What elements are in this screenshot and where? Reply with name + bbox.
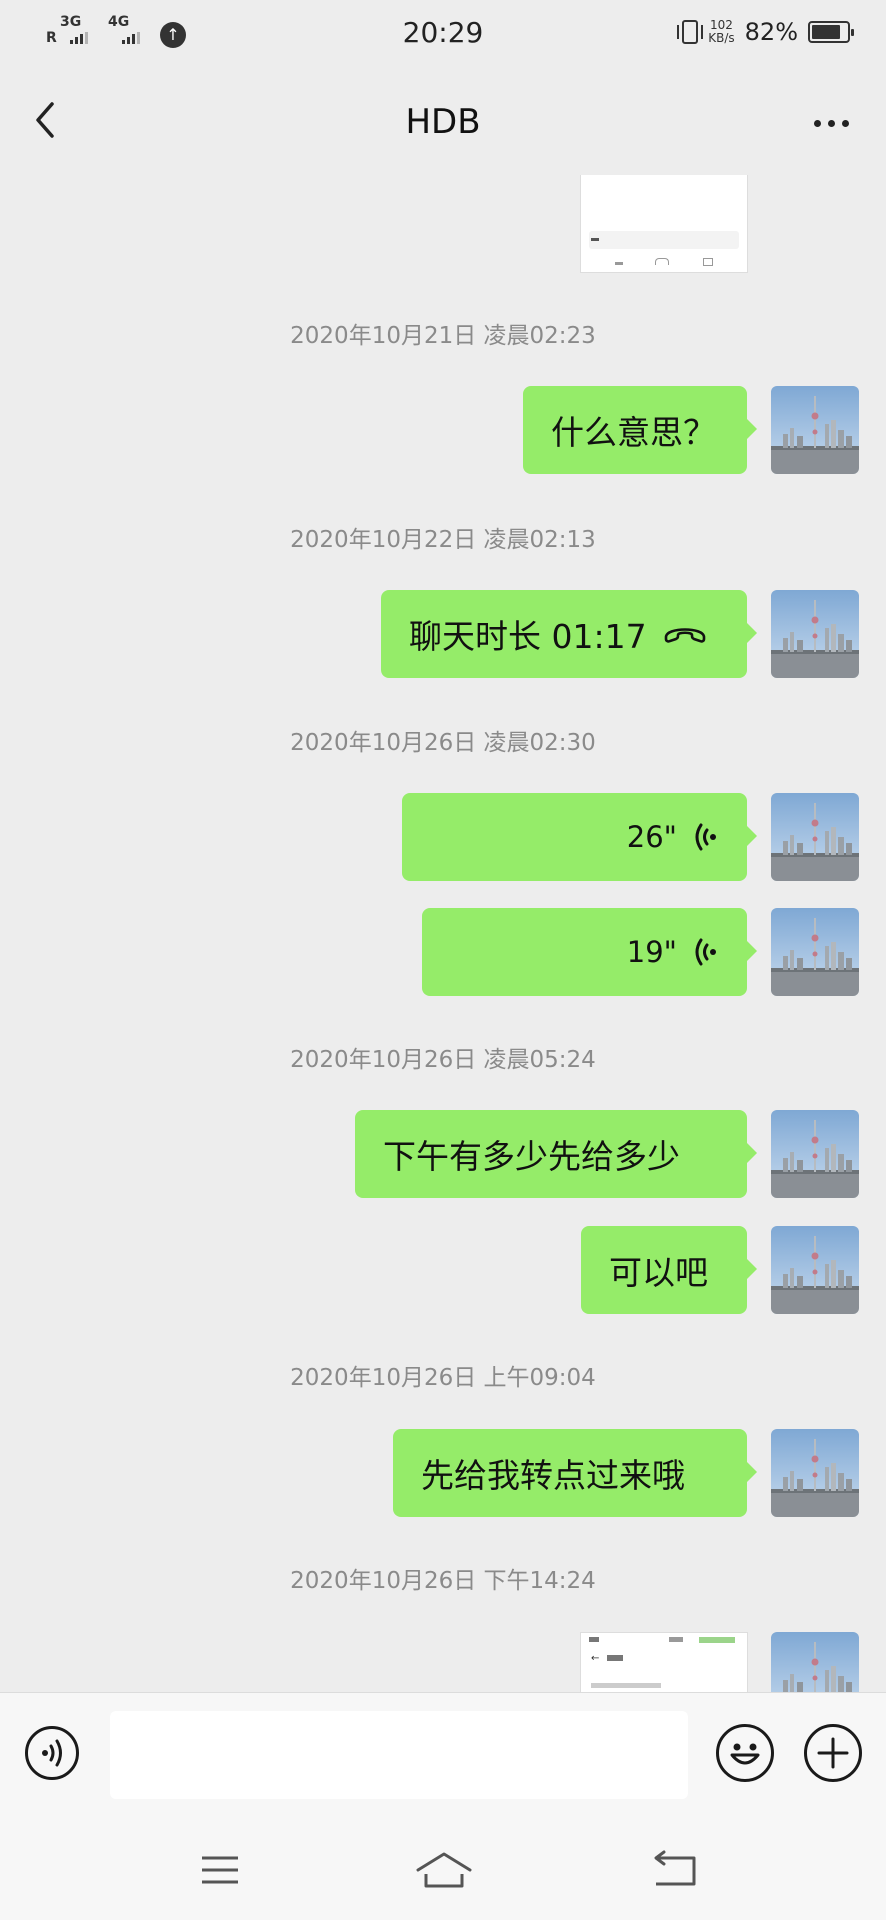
back-nav-icon <box>654 1850 696 1886</box>
thumb-icon <box>591 238 599 241</box>
emoji-button[interactable] <box>716 1724 774 1782</box>
status-bar: 3G R 4G ↑ 20:29 102 KB/s 82% <box>0 0 886 70</box>
skyline-avatar-image <box>771 908 859 996</box>
hangup-phone-icon <box>664 628 705 643</box>
vibrate-icon <box>677 20 704 44</box>
thumb-statusbar <box>589 1637 739 1643</box>
skyline-avatar-image <box>771 1429 859 1517</box>
skyline-avatar-image <box>771 1226 859 1314</box>
message-text: 可以吧 <box>609 1253 708 1292</box>
home-button[interactable] <box>414 1848 474 1892</box>
system-nav-bar <box>0 1820 886 1920</box>
avatar[interactable] <box>771 590 859 678</box>
timestamp: 2020年10月26日 凌晨05:24 <box>290 1047 596 1073</box>
image-message[interactable]: ← <box>580 1632 748 1695</box>
thumb-back-icon: ← <box>591 1653 600 1664</box>
avatar[interactable] <box>771 1632 859 1692</box>
network-speed: 102 KB/s <box>708 19 734 45</box>
skyline-avatar-image <box>771 590 859 678</box>
timestamp: 2020年10月21日 凌晨02:23 <box>290 323 596 349</box>
timestamp: 2020年10月26日 下午14:24 <box>290 1568 596 1594</box>
skyline-avatar-image <box>771 793 859 881</box>
message-text: 先给我转点过来哦 <box>421 1456 685 1495</box>
speed-unit: KB/s <box>708 31 735 45</box>
battery-percent: 82% <box>744 18 798 46</box>
message-text: 下午有多少先给多少 <box>383 1137 680 1176</box>
timestamp: 2020年10月26日 上午09:04 <box>290 1365 596 1391</box>
thumb-nav-back <box>703 258 713 266</box>
skyline-avatar-image <box>771 1110 859 1198</box>
thumb-title <box>607 1655 623 1661</box>
thumb-nav-menu <box>615 262 623 265</box>
timestamp: 2020年10月26日 凌晨02:30 <box>290 730 596 756</box>
avatar[interactable] <box>771 1226 859 1314</box>
menu-icon <box>202 1856 238 1884</box>
voice-duration: 19" <box>626 935 677 969</box>
battery-fill <box>812 25 840 39</box>
chat-title: HDB <box>405 102 481 142</box>
call-record-bubble[interactable]: 聊天时长 01:17 <box>381 590 757 678</box>
more-button[interactable] <box>806 108 856 138</box>
message-bubble[interactable]: 先给我转点过来哦 <box>393 1429 757 1517</box>
avatar[interactable] <box>771 793 859 881</box>
avatar[interactable] <box>771 386 859 474</box>
skyline-avatar-image <box>771 386 859 474</box>
chat-header: HDB <box>0 70 886 175</box>
back-nav-button[interactable] <box>650 1848 700 1892</box>
status-right: 102 KB/s 82% <box>677 18 854 46</box>
plus-button[interactable] <box>804 1724 862 1782</box>
avatar[interactable] <box>771 1110 859 1198</box>
message-input[interactable] <box>110 1711 688 1799</box>
message-bubble[interactable]: 下午有多少先给多少 <box>355 1110 757 1198</box>
image-message[interactable] <box>580 175 748 273</box>
voice-input-icon <box>42 1739 62 1767</box>
voice-wave-icon <box>695 938 716 966</box>
home-icon <box>416 1852 472 1888</box>
input-bar <box>0 1692 886 1821</box>
avatar[interactable] <box>771 1429 859 1517</box>
skyline-avatar-image <box>771 1632 859 1692</box>
battery-icon <box>808 21 854 43</box>
message-text: 什么意思？ <box>551 413 716 452</box>
voice-input-button[interactable] <box>25 1726 79 1780</box>
timestamp: 2020年10月22日 凌晨02:13 <box>290 527 596 553</box>
avatar[interactable] <box>771 908 859 996</box>
thumb-line <box>591 1683 661 1688</box>
message-bubble[interactable]: 什么意思？ <box>523 386 757 474</box>
message-text: 聊天时长 01:17 <box>409 617 647 656</box>
thumb-nav-home <box>655 258 669 265</box>
thumb-input <box>589 231 739 249</box>
plus-icon <box>817 1737 849 1769</box>
voice-message-bubble[interactable]: 19" <box>422 908 757 996</box>
emoji-icon <box>730 1743 760 1765</box>
menu-button[interactable] <box>198 1848 248 1892</box>
voice-message-bubble[interactable]: 26" <box>402 793 757 881</box>
message-bubble[interactable]: 可以吧 <box>581 1226 757 1314</box>
voice-wave-icon <box>695 823 716 851</box>
voice-duration: 26" <box>626 820 677 854</box>
more-dots-icon <box>813 119 821 127</box>
